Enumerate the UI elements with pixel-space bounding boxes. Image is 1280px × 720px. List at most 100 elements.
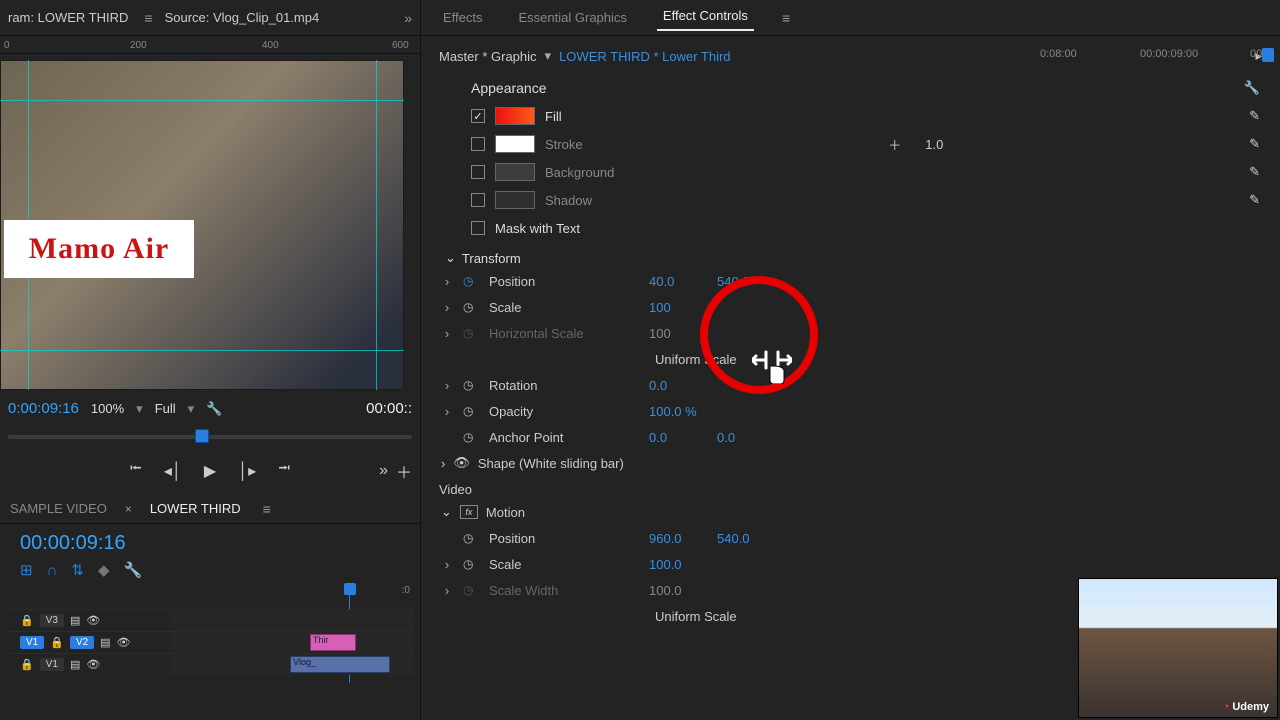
stopwatch-icon[interactable]: ◷ [463, 557, 479, 571]
timeline-timecode[interactable]: 00:00:09:16 [0, 524, 420, 557]
timeline-playhead[interactable] [344, 583, 356, 595]
background-eyedropper-icon[interactable]: ✎ [1249, 164, 1260, 180]
shadow-color-swatch[interactable] [495, 191, 535, 209]
fill-eyedropper-icon[interactable]: ✎ [1249, 108, 1260, 124]
stopwatch-icon[interactable]: ◷ [463, 404, 479, 418]
resolution-dropdown[interactable]: Full [155, 401, 176, 416]
lower-third-graphic[interactable]: Mamo Air [4, 220, 194, 278]
track-label-v1[interactable]: V1 [40, 658, 64, 671]
disclosure-icon[interactable]: › [441, 378, 453, 393]
rotation-value[interactable]: 0.0 [649, 378, 707, 393]
fill-color-swatch[interactable] [495, 107, 535, 125]
background-color-swatch[interactable] [495, 163, 535, 181]
stopwatch-icon[interactable]: ◷ [463, 430, 479, 444]
m-scale-value[interactable]: 100.0 [649, 557, 707, 572]
position-y-value[interactable]: 540.0 [717, 274, 750, 289]
anchor-x-value[interactable]: 0.0 [649, 430, 707, 445]
tab-close-icon[interactable]: × [125, 502, 132, 516]
disclosure-icon[interactable]: › [441, 404, 453, 419]
appearance-settings-icon[interactable]: 🔧 [1244, 80, 1260, 96]
marker-icon[interactable]: ◆ [98, 561, 110, 579]
disclosure-icon[interactable]: › [441, 456, 445, 471]
lock-icon[interactable]: 🔒 [20, 658, 34, 671]
stopwatch-icon[interactable]: ◷ [463, 531, 479, 545]
mark-out-button[interactable]: ⭲ [278, 457, 290, 484]
timeline-ruler[interactable]: :0 [170, 585, 414, 605]
disclosure-icon[interactable]: › [441, 274, 453, 289]
background-checkbox[interactable] [471, 165, 485, 179]
shadow-eyedropper-icon[interactable]: ✎ [1249, 192, 1260, 208]
tab-sample-video[interactable]: SAMPLE VIDEO [10, 501, 107, 516]
clip-vlog[interactable]: Vlog_ [290, 656, 390, 673]
stopwatch-icon[interactable]: ◷ [463, 378, 479, 392]
stroke-eyedropper-icon[interactable]: ✎ [1249, 136, 1260, 152]
eye-icon[interactable]: 👁 [453, 455, 470, 471]
breadcrumb-master[interactable]: Master * Graphic [439, 49, 537, 64]
eye-icon[interactable]: 👁 [117, 636, 131, 649]
fx-badge-icon[interactable]: fx [460, 505, 478, 519]
panel-overflow-icon[interactable]: » [404, 10, 412, 26]
preview-seek-bar[interactable] [8, 425, 412, 447]
disclosure-icon[interactable]: › [441, 557, 453, 572]
zoom-dropdown[interactable]: 100% [91, 401, 124, 416]
stroke-checkbox[interactable] [471, 137, 485, 151]
motion-row[interactable]: ⌄ fx Motion [441, 499, 1260, 525]
stopwatch-icon[interactable]: ◷ [463, 300, 479, 314]
timeline[interactable]: :0 🔒 V3 ▤ 👁 V1 🔒 V2 ▤ [10, 585, 414, 685]
transform-section[interactable]: ⌄ Transform [445, 242, 1260, 268]
position-x-value[interactable]: 40.0 [649, 274, 707, 289]
tab-effect-controls[interactable]: Effect Controls [657, 4, 754, 31]
tab-effects[interactable]: Effects [437, 6, 489, 29]
linked-selection-icon[interactable]: ⇅ [71, 561, 84, 579]
track-v2[interactable]: V1 🔒 V2 ▤ 👁 Thir [10, 631, 414, 653]
settings-wrench-icon[interactable]: 🔧 [206, 401, 222, 417]
mute-icon[interactable]: ▤ [70, 614, 80, 627]
mark-in-button[interactable]: ⭰ [130, 457, 142, 484]
eye-icon[interactable]: 👁 [86, 658, 100, 671]
m-position-y[interactable]: 540.0 [717, 531, 750, 546]
mute-icon[interactable]: ▤ [70, 658, 80, 671]
opacity-value[interactable]: 100.0 % [649, 404, 697, 419]
play-button[interactable]: ▶ [204, 461, 216, 481]
track-label-v3[interactable]: V3 [40, 614, 64, 627]
mute-icon[interactable]: ▤ [100, 636, 110, 649]
effect-controls-menu-icon[interactable]: ≡ [778, 10, 790, 26]
add-marker-button[interactable]: ＋ [396, 459, 412, 483]
step-back-button[interactable]: ◂│ [164, 461, 182, 481]
mini-playhead[interactable] [1262, 48, 1274, 62]
effect-controls-timeline[interactable]: 0:08:00 00:00:09:00 00: [1040, 46, 1280, 68]
track-label-v2[interactable]: V2 [70, 636, 94, 649]
snap-icon[interactable]: ∩ [47, 562, 58, 579]
add-stroke-icon[interactable]: ＋ [888, 135, 901, 154]
scale-value[interactable]: 100 [649, 300, 707, 315]
track-v1[interactable]: 🔒 V1 ▤ 👁 Vlog_ [10, 653, 414, 675]
step-fwd-button[interactable]: │▸ [238, 461, 256, 481]
current-timecode[interactable]: 0:00:09:16 [8, 400, 79, 417]
chevron-down-icon[interactable]: ▾ [545, 48, 552, 64]
disclosure-icon[interactable]: › [441, 300, 453, 315]
lock-icon[interactable]: 🔒 [50, 636, 64, 649]
timeline-settings-icon[interactable]: 🔧 [123, 561, 142, 579]
fill-checkbox[interactable] [471, 109, 485, 123]
eye-icon[interactable]: 👁 [86, 614, 100, 627]
shadow-checkbox[interactable] [471, 193, 485, 207]
m-position-x[interactable]: 960.0 [649, 531, 707, 546]
stroke-color-swatch[interactable] [495, 135, 535, 153]
lock-icon[interactable]: 🔒 [20, 614, 34, 627]
tab-essential-graphics[interactable]: Essential Graphics [513, 6, 633, 29]
anchor-y-value[interactable]: 0.0 [717, 430, 735, 445]
track-src-v1[interactable]: V1 [20, 636, 44, 649]
timeline-menu-icon[interactable]: ≡ [259, 501, 271, 517]
disclosure-icon[interactable]: ⌄ [445, 250, 456, 266]
preview-ruler[interactable]: 0 200 400 600 [0, 36, 420, 54]
clip-lower-third[interactable]: Thir [310, 634, 356, 651]
transport-overflow-icon[interactable]: » [379, 462, 388, 480]
breadcrumb-clip[interactable]: LOWER THIRD * Lower Third [559, 49, 730, 64]
program-preview[interactable]: Mamo Air [0, 60, 404, 390]
seek-playhead[interactable] [195, 429, 209, 443]
disclosure-icon[interactable]: ⌄ [441, 504, 452, 520]
stroke-width-value[interactable]: 1.0 [925, 137, 943, 152]
track-v3[interactable]: 🔒 V3 ▤ 👁 [10, 609, 414, 631]
shape-layer-row[interactable]: › 👁 Shape (White sliding bar) ↺ [441, 450, 1260, 476]
stopwatch-icon[interactable]: ◷ [463, 274, 479, 288]
